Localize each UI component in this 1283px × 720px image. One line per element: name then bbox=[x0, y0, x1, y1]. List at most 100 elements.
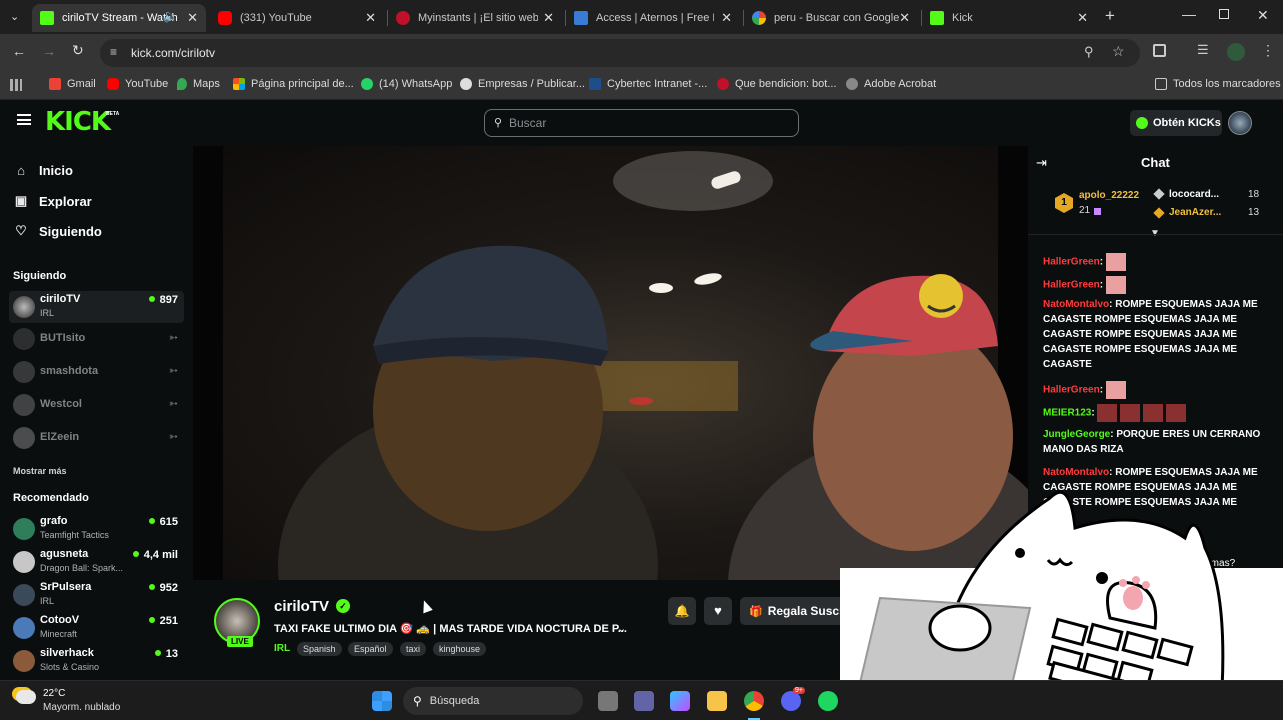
sidebar-channel-elzeein[interactable]: ElZeein ➳ bbox=[9, 422, 184, 454]
taskbar-search[interactable]: ⚲ Búsqueda bbox=[403, 687, 583, 715]
url-text[interactable]: kick.com/cirilotv bbox=[131, 46, 215, 60]
tab-cirilotv[interactable]: ciriloTV Stream - Watch 🔈 ✕ bbox=[32, 4, 206, 32]
chat-username[interactable]: JungleGeorge bbox=[1043, 429, 1110, 440]
restore-icon[interactable] bbox=[1219, 9, 1229, 19]
show-more-link[interactable]: Mostrar más bbox=[13, 466, 67, 476]
get-kicks-button[interactable]: Obtén KICKs bbox=[1130, 110, 1222, 136]
avatar bbox=[13, 328, 35, 350]
chrome-icon[interactable] bbox=[744, 691, 764, 711]
tag-spanish[interactable]: Spanish bbox=[297, 642, 342, 656]
zoom-icon[interactable]: ⚲ bbox=[1084, 44, 1094, 60]
search-icon: ⚲ bbox=[494, 117, 503, 129]
file-explorer-icon[interactable] bbox=[707, 691, 727, 711]
tab-youtube[interactable]: (331) YouTube ✕ bbox=[210, 4, 384, 32]
sidebar-channel-grafo[interactable]: grafo Teamfight Tactics 615 bbox=[9, 513, 184, 545]
site-info-icon[interactable]: ≡ bbox=[110, 45, 117, 59]
sidebar-channel-cirilotv[interactable]: ciriloTV IRL 897 bbox=[9, 291, 184, 323]
new-tab-button[interactable]: + bbox=[1105, 6, 1115, 26]
follow-heart-button[interactable]: ♥ bbox=[704, 597, 732, 625]
tab-myinstants[interactable]: Myinstants | ¡El sitio web d ✕ bbox=[388, 4, 562, 32]
bookmark-star-icon[interactable]: ☆ bbox=[1112, 43, 1125, 60]
sidebar-channel-westcol[interactable]: Westcol ➳ bbox=[9, 389, 184, 421]
browser-toolbar: ← → ↻ ≡ kick.com/cirilotv ⚲ ☆ ☰ ⋮ bbox=[0, 34, 1283, 72]
tag-taxi[interactable]: taxi bbox=[400, 642, 427, 656]
channel-category: IRL bbox=[40, 308, 55, 318]
forward-icon[interactable]: → bbox=[42, 43, 56, 59]
category-link[interactable]: IRL bbox=[274, 643, 290, 654]
collapse-chat-icon[interactable]: ⇥ bbox=[1036, 155, 1047, 171]
sidebar-channel-agusneta[interactable]: agusneta Dragon Ball: Spark... 4,4 mil bbox=[9, 546, 184, 578]
hamburger-menu-icon[interactable] bbox=[17, 114, 31, 125]
chat-username[interactable]: HallerGreen bbox=[1043, 385, 1100, 396]
speaker-icon[interactable]: 🔈 bbox=[163, 9, 178, 23]
apps-grid-icon[interactable] bbox=[10, 79, 22, 91]
gift-sub-button[interactable]: 🎁 Regala Suscr bbox=[740, 597, 840, 625]
bookmark-whatsapp[interactable]: (14) WhatsApp bbox=[361, 78, 452, 90]
channel-name[interactable]: ciriloTV bbox=[274, 598, 329, 615]
back-icon[interactable]: ← bbox=[12, 43, 26, 59]
bookmark-microsoft[interactable]: Página principal de... bbox=[233, 78, 354, 90]
profile-avatar[interactable] bbox=[1227, 43, 1245, 61]
copilot-icon[interactable] bbox=[670, 691, 690, 711]
bookmark-maps[interactable]: Maps bbox=[177, 78, 220, 90]
chrome-menu-icon[interactable]: ⋮ bbox=[1261, 42, 1275, 59]
close-tab-icon[interactable]: ✕ bbox=[899, 10, 910, 26]
bookmark-gmail[interactable]: Gmail bbox=[49, 78, 96, 90]
tab-google[interactable]: peru - Buscar con Google ✕ bbox=[744, 4, 918, 32]
gmail-icon bbox=[49, 78, 61, 90]
leader-name[interactable]: JeanAzer... bbox=[1169, 207, 1221, 218]
address-bar[interactable]: ≡ kick.com/cirilotv ⚲ ☆ bbox=[100, 39, 1140, 67]
close-tab-icon[interactable]: ✕ bbox=[365, 10, 376, 26]
weather-icon[interactable] bbox=[16, 690, 36, 704]
bookmark-acrobat[interactable]: Adobe Acrobat bbox=[846, 78, 936, 90]
notification-bell-button[interactable]: 🔔 bbox=[668, 597, 696, 625]
sidebar-channel-silverhack[interactable]: silverhack Slots & Casino 13 bbox=[9, 645, 184, 677]
leader-name[interactable]: apolo_22222 bbox=[1079, 190, 1139, 201]
tab-aternos[interactable]: Access | Aternos | Free Min ✕ bbox=[566, 4, 740, 32]
close-window-icon[interactable]: ✕ bbox=[1257, 7, 1269, 24]
close-tab-icon[interactable]: ✕ bbox=[721, 10, 732, 26]
chat-username[interactable]: NatoMontalvo bbox=[1043, 299, 1109, 310]
nav-siguiendo[interactable]: ♡ Siguiendo bbox=[14, 223, 102, 239]
leader-name[interactable]: lococard... bbox=[1169, 189, 1219, 200]
discord-icon[interactable] bbox=[781, 691, 801, 711]
search-input[interactable]: ⚲ Buscar bbox=[484, 109, 799, 137]
bookmark-empresas[interactable]: Empresas / Publicar... bbox=[460, 78, 585, 90]
chat-username[interactable]: MEIER123 bbox=[1043, 408, 1091, 419]
close-tab-icon[interactable]: ✕ bbox=[1077, 10, 1088, 26]
chat-username[interactable]: HallerGreen bbox=[1043, 280, 1100, 291]
bookmark-youtube[interactable]: YouTube bbox=[107, 78, 168, 90]
sidebar-channel-cotoov[interactable]: CotooV Minecraft 251 bbox=[9, 612, 184, 644]
tab-kick[interactable]: Kick ✕ bbox=[922, 4, 1096, 32]
user-avatar[interactable] bbox=[1228, 111, 1252, 135]
bookmark-cybertec[interactable]: Cybertec Intranet -... bbox=[589, 78, 707, 90]
weather-description[interactable]: Mayorm. nublado bbox=[43, 702, 120, 713]
tag-espanol[interactable]: Español bbox=[348, 642, 393, 656]
chevron-down-icon[interactable]: ⌄ bbox=[617, 622, 626, 635]
sidebar-channel-butisito[interactable]: BUTIsito ➳ bbox=[9, 323, 184, 355]
spotify-icon[interactable] bbox=[818, 691, 838, 711]
extensions-icon[interactable] bbox=[1153, 44, 1166, 57]
close-tab-icon[interactable]: ✕ bbox=[187, 10, 198, 26]
minimize-icon[interactable]: — bbox=[1182, 6, 1196, 22]
windows-start-icon[interactable] bbox=[372, 691, 392, 711]
sidebar-channel-srpulsera[interactable]: SrPulsera IRL 952 bbox=[9, 579, 184, 611]
avatar bbox=[13, 296, 35, 318]
chat-username[interactable]: HallerGreen bbox=[1043, 257, 1100, 268]
nav-explorar[interactable]: ▣ Explorar bbox=[14, 193, 92, 209]
sidebar-channel-smashdota[interactable]: smashdota ➳ bbox=[9, 356, 184, 388]
teams-icon[interactable] bbox=[634, 691, 654, 711]
discord-badge: 9+ bbox=[793, 687, 805, 694]
heart-icon: ♡ bbox=[15, 223, 27, 238]
temperature[interactable]: 22°C bbox=[43, 688, 65, 699]
tag-kinghouse[interactable]: kinghouse bbox=[433, 642, 487, 656]
all-bookmarks[interactable]: Todos los marcadores bbox=[1155, 78, 1281, 90]
nav-inicio[interactable]: ⌂ Inicio bbox=[14, 163, 73, 178]
bookmark-bendicion[interactable]: Que bendicion: bot... bbox=[717, 78, 837, 90]
kick-logo[interactable]: KICK bbox=[45, 107, 111, 137]
media-control-icon[interactable]: ☰ bbox=[1197, 42, 1209, 58]
close-tab-icon[interactable]: ✕ bbox=[543, 10, 554, 26]
tab-search-icon[interactable]: ⌄ bbox=[10, 10, 19, 23]
task-view-icon[interactable] bbox=[598, 691, 618, 711]
reload-icon[interactable]: ↻ bbox=[72, 42, 84, 59]
